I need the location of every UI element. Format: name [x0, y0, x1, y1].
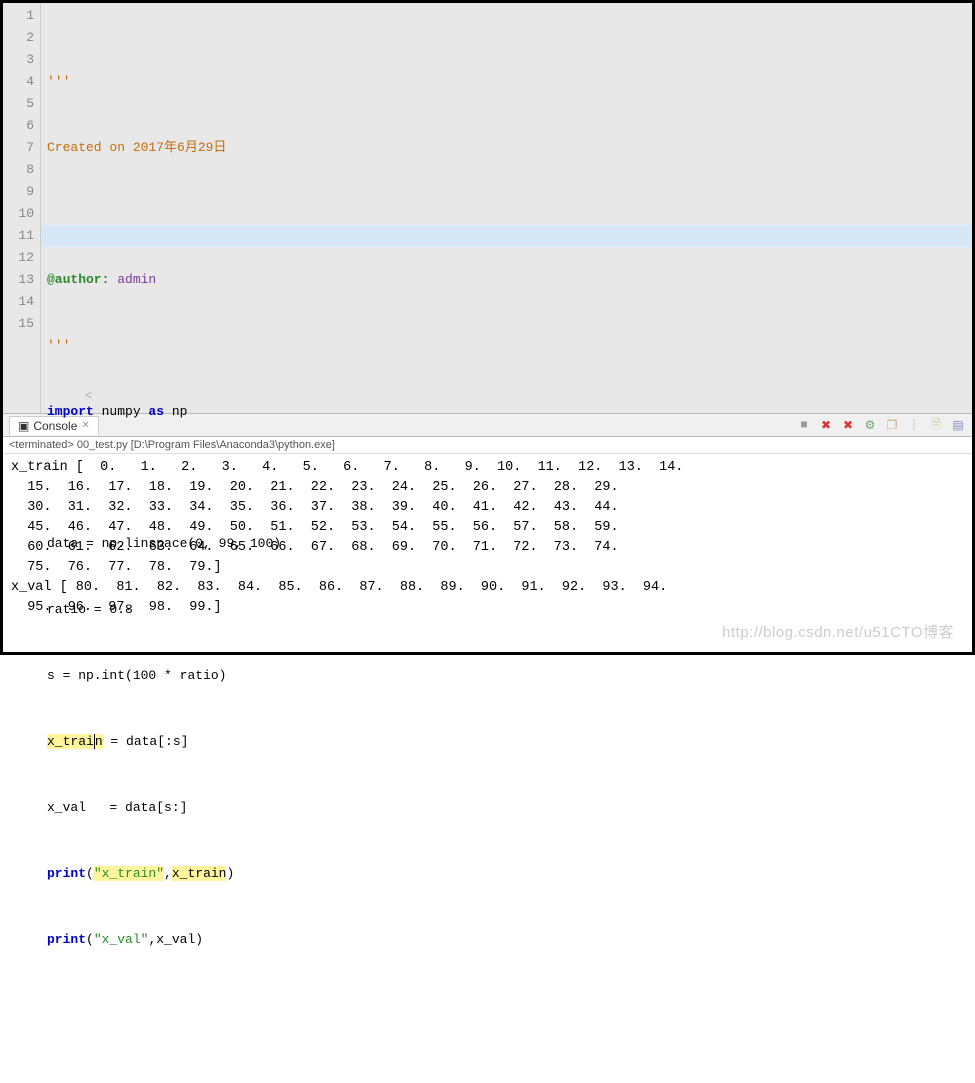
line-number: 10 [3, 203, 34, 225]
watermark-text: http://blog.csdn.net/u51CTO博客 [722, 621, 954, 642]
author-name: admin [109, 272, 156, 287]
number-literal: 99 [219, 536, 235, 551]
line-number: 5 [3, 93, 34, 115]
string-literal: "x_val" [94, 932, 149, 947]
code-editor[interactable]: 1 2 3 4 5 6 7 8 9 10 11 12 13 14 15 ''' … [3, 3, 972, 413]
code-text: data = np.linspace( [47, 536, 195, 551]
code-highlighted: x_trai [47, 734, 94, 749]
docstring-quote: ''' [47, 338, 70, 353]
code-content[interactable]: ''' Created on 2017年6月29日 @author: admin… [41, 3, 972, 413]
number-literal: 100 [250, 536, 273, 551]
cursor-char: n [94, 734, 103, 749]
line-number: 6 [3, 115, 34, 137]
docstring-quote: ''' [47, 74, 70, 89]
alias-name: np [164, 404, 187, 419]
number-literal: 100 [133, 668, 156, 683]
line-number: 3 [3, 49, 34, 71]
line-number: 7 [3, 137, 34, 159]
line-number: 9 [3, 181, 34, 203]
number-literal: 0 [195, 536, 203, 551]
line-number-gutter: 1 2 3 4 5 6 7 8 9 10 11 12 13 14 15 [3, 3, 41, 413]
docstring-text: Created on 2017年6月29日 [47, 140, 226, 155]
code-text: ratio = [47, 602, 109, 617]
current-line-highlight [41, 225, 972, 247]
code-text: s = np.int( [47, 668, 133, 683]
line-number: 4 [3, 71, 34, 93]
string-literal: "x_train" [94, 866, 164, 881]
import-keyword: import [47, 404, 94, 419]
line-number: 1 [3, 5, 34, 27]
author-tag: @author: [47, 272, 109, 287]
line-number: 13 [3, 269, 34, 291]
as-keyword: as [148, 404, 164, 419]
line-number: 11 [3, 225, 34, 247]
line-number: 12 [3, 247, 34, 269]
code-text: x_val = data[s:] [47, 800, 187, 815]
line-number: 8 [3, 159, 34, 181]
print-keyword: print [47, 932, 86, 947]
line-number: 2 [3, 27, 34, 49]
line-number: 14 [3, 291, 34, 313]
print-keyword: print [47, 866, 86, 881]
number-literal: 0.8 [109, 602, 132, 617]
line-number: 15 [3, 313, 34, 335]
module-name: numpy [94, 404, 149, 419]
code-text: = data[:s] [103, 734, 189, 749]
code-highlighted: x_train [172, 866, 227, 881]
console-icon: ▣ [18, 419, 29, 433]
